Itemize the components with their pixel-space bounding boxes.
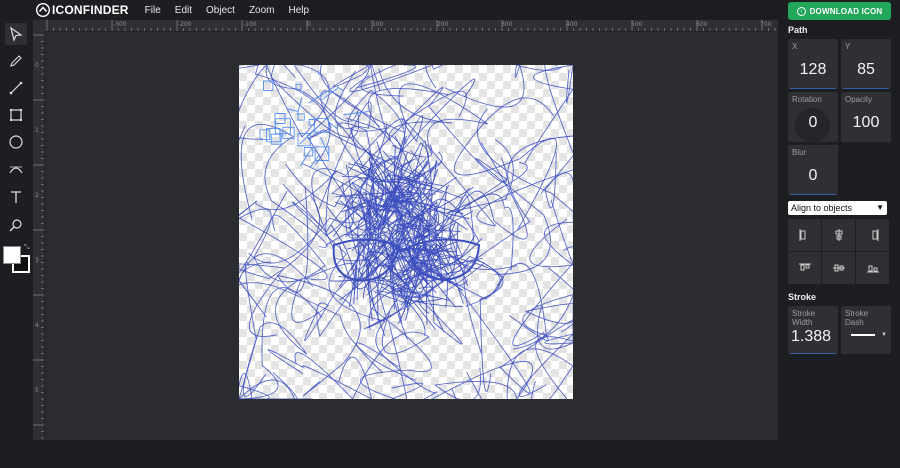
- path-section-title: Path: [788, 25, 808, 35]
- menu-object[interactable]: Object: [206, 5, 235, 16]
- ruler-label: 400: [566, 21, 578, 28]
- zoom-tool[interactable]: [5, 214, 27, 236]
- ruler-label: 2: [35, 192, 39, 199]
- vertical-ruler: 0 1 2 3 4 5: [33, 32, 45, 440]
- bezier-icon: [9, 166, 23, 174]
- line-icon: [9, 81, 23, 95]
- line-tool[interactable]: [5, 77, 27, 99]
- align-right-button[interactable]: [856, 219, 889, 251]
- menu-zoom[interactable]: Zoom: [249, 5, 275, 16]
- text-icon: [11, 191, 21, 203]
- menu-edit[interactable]: Edit: [175, 5, 192, 16]
- ruler-label: 500: [631, 21, 643, 28]
- rotation-label: Rotation: [792, 95, 822, 104]
- ruler-corner: [33, 20, 45, 32]
- align-center-horizontal-button[interactable]: [822, 219, 855, 251]
- x-label: X: [792, 42, 798, 51]
- ruler-label: 0: [35, 62, 39, 69]
- stroke-dash-field[interactable]: Stroke Dash ▼: [841, 306, 891, 354]
- align-middle-vertical-button[interactable]: [822, 252, 855, 284]
- ruler-label: 1: [35, 127, 39, 134]
- rectangle-tool[interactable]: [5, 104, 27, 126]
- menu-help[interactable]: Help: [289, 5, 310, 16]
- zoom-icon: [9, 219, 22, 232]
- ruler-label: -200: [178, 21, 192, 28]
- pencil-icon: [10, 55, 22, 67]
- align-middle-vertical-icon: [832, 264, 845, 272]
- ruler-label: 600: [696, 21, 708, 28]
- download-label: DOWNLOAD ICON: [809, 6, 883, 16]
- bezier-tool[interactable]: [5, 158, 27, 180]
- opacity-value: 100: [852, 114, 880, 131]
- blur-label: Blur: [792, 148, 807, 157]
- swap-colors-icon[interactable]: ⤡: [24, 244, 30, 252]
- iconfinder-logo-icon: [36, 3, 50, 17]
- stroke-section-title: Stroke: [788, 292, 817, 302]
- opacity-label: Opacity: [845, 95, 873, 104]
- select-tool[interactable]: [5, 23, 27, 45]
- align-left-button[interactable]: [788, 219, 821, 251]
- download-icon: ↓: [796, 6, 806, 16]
- download-icon-button[interactable]: ↓ DOWNLOAD ICON: [788, 2, 891, 20]
- chevron-down-icon: ▼: [881, 332, 887, 338]
- x-value: 128: [799, 61, 827, 78]
- align-bottom-button[interactable]: [856, 252, 889, 284]
- menu-file[interactable]: File: [145, 5, 161, 16]
- ruler-label: 300: [501, 21, 513, 28]
- artboard[interactable]: [239, 65, 573, 399]
- align-select-value: Align to objects: [791, 203, 853, 213]
- y-label: Y: [845, 42, 851, 51]
- properties-panel: ↓ DOWNLOAD ICON Path X 128 Y 85 Rotation…: [784, 0, 900, 468]
- stroke-width-label: Stroke Width: [792, 309, 816, 327]
- ruler-label: 5: [35, 387, 39, 394]
- rotation-value: 0: [808, 114, 818, 131]
- ruler-label: 200: [437, 21, 449, 28]
- solid-line-icon: [851, 334, 875, 336]
- chevron-down-icon: ▼: [876, 203, 884, 212]
- ruler-label: 700: [760, 21, 772, 28]
- stroke-dash-label: Stroke Dash: [845, 309, 869, 327]
- menubar: ICONFINDER File Edit Object Zoom Help: [0, 0, 780, 20]
- pencil-tool[interactable]: [5, 50, 27, 72]
- stroke-width-field[interactable]: Stroke Width 1.388: [788, 306, 838, 354]
- ruler-label: 100: [372, 21, 384, 28]
- logo[interactable]: ICONFINDER: [36, 0, 129, 20]
- y-field[interactable]: Y 85: [841, 39, 891, 89]
- ruler-label: -100: [243, 21, 257, 28]
- fill-color-swatch[interactable]: [3, 246, 21, 264]
- scribble-portrait-drawing[interactable]: [239, 65, 573, 399]
- x-field[interactable]: X 128: [788, 39, 838, 89]
- align-left-icon: [799, 229, 805, 241]
- ruler-label: 4: [35, 322, 39, 329]
- app-window: ICONFINDER File Edit Object Zoom Help ⤡ …: [0, 0, 900, 468]
- align-center-horizontal-icon: [835, 229, 842, 241]
- blur-field[interactable]: Blur 0: [788, 145, 838, 195]
- ruler-label: 3: [35, 257, 39, 264]
- horizontal-ruler: -300 -200 -100 0 100 200 300 400 500 600…: [45, 20, 778, 32]
- brand-name: ICONFINDER: [52, 3, 129, 17]
- ellipse-icon: [9, 135, 23, 149]
- tool-palette: ⤡: [0, 20, 33, 468]
- blur-value: 0: [808, 167, 818, 184]
- align-top-button[interactable]: [788, 252, 821, 284]
- rotation-field[interactable]: Rotation 0: [788, 92, 838, 143]
- text-tool[interactable]: [5, 186, 27, 208]
- ellipse-tool[interactable]: [5, 131, 27, 153]
- opacity-field[interactable]: Opacity 100: [841, 92, 891, 142]
- align-bottom-icon: [866, 265, 879, 273]
- ruler-label: 0: [307, 21, 311, 28]
- canvas-workspace[interactable]: -300 -200 -100 0 100 200 300 400 500 600…: [33, 20, 778, 440]
- align-top-icon: [798, 263, 811, 271]
- select-arrow-icon: [10, 26, 23, 42]
- ruler-label: -300: [113, 21, 127, 28]
- align-target-select[interactable]: Align to objects ▼: [788, 201, 887, 215]
- rectangle-icon: [10, 109, 22, 121]
- align-right-icon: [872, 229, 878, 241]
- y-value: 85: [857, 61, 875, 78]
- stroke-width-value: 1.388: [791, 328, 832, 345]
